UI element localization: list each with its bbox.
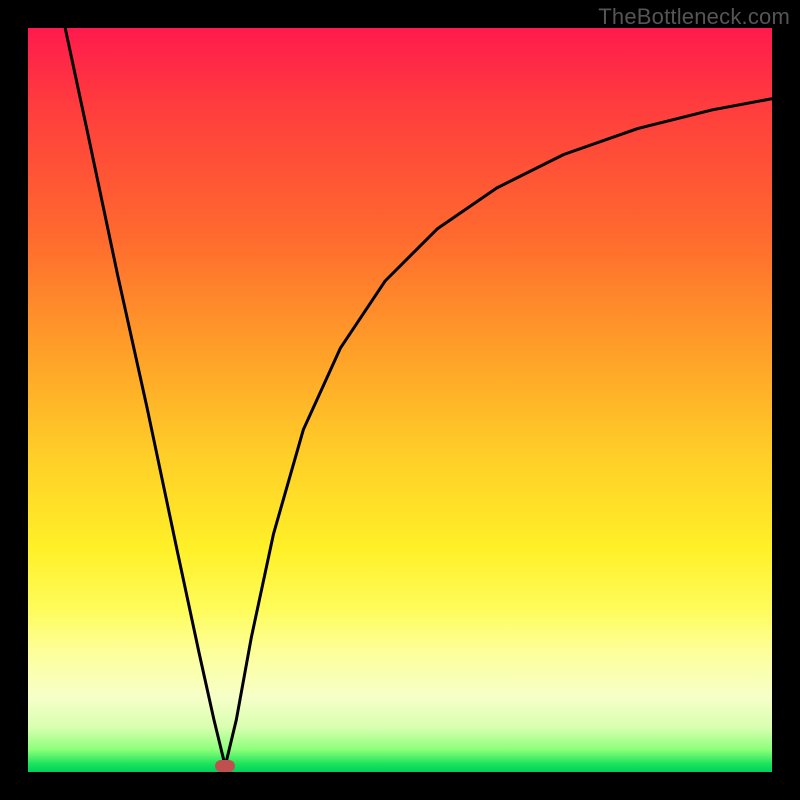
curve-layer bbox=[28, 28, 772, 772]
attribution-text: TheBottleneck.com bbox=[598, 4, 790, 30]
optimal-point-marker bbox=[215, 760, 235, 772]
plot-area bbox=[28, 28, 772, 772]
curve-right-branch bbox=[225, 99, 772, 766]
chart-frame: TheBottleneck.com bbox=[0, 0, 800, 800]
curve-left-branch bbox=[65, 28, 225, 766]
